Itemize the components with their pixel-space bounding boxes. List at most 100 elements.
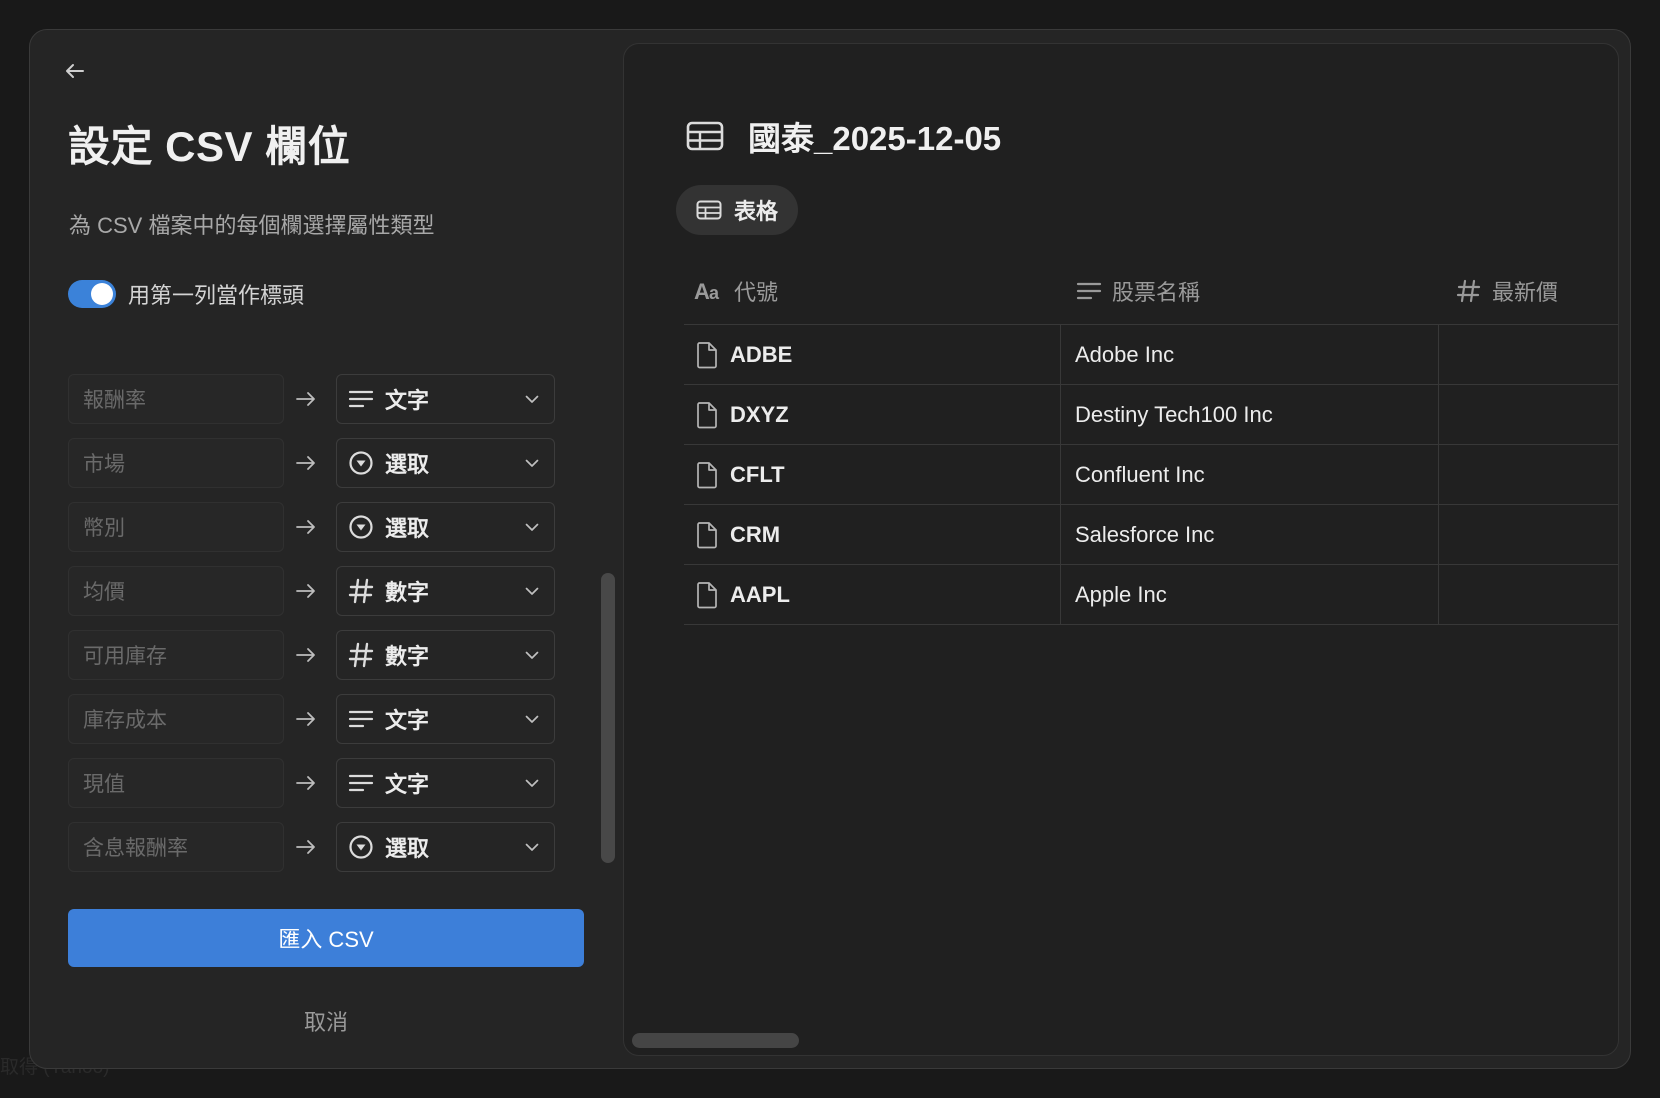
source-column-name: 幣別 (68, 502, 284, 552)
source-column-name: 含息報酬率 (68, 822, 284, 872)
property-type-select[interactable]: 文字 (336, 374, 555, 424)
column-header-code[interactable]: A a 代號 (694, 257, 778, 324)
column-divider (1060, 505, 1061, 564)
code-cell[interactable]: CFLT (696, 445, 785, 504)
field-mapping-row: 均價 數字 (68, 566, 555, 618)
property-type-label: 選取 (385, 516, 430, 541)
page-subtitle: 為 CSV 檔案中的每個欄選擇屬性類型 (69, 213, 435, 238)
name-value: Apple Inc (1075, 581, 1167, 607)
property-type-select[interactable]: 數字 (336, 630, 555, 680)
page-icon (696, 581, 718, 609)
header-row-toggle-row: 用第一列當作標頭 (68, 278, 304, 310)
table-header: A a 代號 股票名稱 最新價 (684, 257, 1618, 325)
back-button[interactable] (60, 56, 90, 86)
column-header-price[interactable]: 最新價 (1456, 257, 1558, 324)
column-header-label: 代號 (734, 279, 779, 305)
arrow-right-icon (294, 771, 318, 795)
chevron-down-icon (522, 517, 542, 537)
table-row[interactable]: CRM Salesforce Inc (684, 505, 1618, 565)
column-divider (1438, 505, 1439, 564)
field-mapping-row: 市場 選取 (68, 438, 555, 490)
import-csv-modal: 設定 CSV 欄位 為 CSV 檔案中的每個欄選擇屬性類型 用第一列當作標頭 報… (29, 29, 1631, 1069)
property-type-select[interactable]: 文字 (336, 758, 555, 808)
column-divider (1438, 445, 1439, 504)
page-icon (696, 521, 718, 549)
column-divider (1438, 565, 1439, 624)
name-cell[interactable]: Confluent Inc (1075, 445, 1205, 504)
horizontal-scrollbar[interactable] (632, 1033, 799, 1048)
field-mapping-row: 現值 文字 (68, 758, 555, 810)
column-divider (1060, 445, 1061, 504)
page-icon (696, 341, 718, 369)
name-cell[interactable]: Adobe Inc (1075, 325, 1174, 384)
field-mapping-row: 含息報酬率 選取 (68, 822, 555, 874)
table-row[interactable]: CFLT Confluent Inc (684, 445, 1618, 505)
arrow-right-icon (294, 451, 318, 475)
field-mapping-row: 報酬率 文字 (68, 374, 555, 426)
code-value: AAPL (730, 581, 790, 607)
table-row[interactable]: AAPL Apple Inc (684, 565, 1618, 625)
name-cell[interactable]: Apple Inc (1075, 565, 1167, 624)
import-csv-button[interactable]: 匯入 CSV (68, 909, 584, 967)
property-type-label: 數字 (385, 580, 430, 605)
source-column-name: 可用庫存 (68, 630, 284, 680)
select-circle-icon (347, 449, 375, 477)
header-row-toggle[interactable] (68, 280, 116, 308)
name-cell[interactable]: Destiny Tech100 Inc (1075, 385, 1273, 444)
code-cell[interactable]: AAPL (696, 565, 790, 624)
property-type-label: 數字 (385, 644, 430, 669)
text-lines-icon (1076, 282, 1102, 299)
name-value: Adobe Inc (1075, 341, 1175, 367)
arrow-right-icon (294, 579, 318, 603)
title-aa-icon: A a (694, 280, 720, 302)
cancel-button[interactable]: 取消 (68, 1005, 584, 1037)
chevron-down-icon (522, 773, 542, 793)
column-divider (1060, 325, 1061, 384)
page-title: 設定 CSV 欄位 (68, 123, 351, 170)
source-column-name: 庫存成本 (68, 694, 284, 744)
property-type-label: 選取 (385, 836, 430, 861)
property-type-label: 文字 (385, 772, 430, 797)
chevron-down-icon (522, 453, 542, 473)
code-value: CFLT (730, 461, 785, 487)
code-value: ADBE (730, 341, 793, 367)
view-tab-label: 表格 (734, 199, 779, 224)
property-type-label: 文字 (385, 708, 430, 733)
property-type-select[interactable]: 數字 (336, 566, 555, 616)
database-title: 國泰_2025-12-05 (748, 120, 1002, 157)
column-header-name[interactable]: 股票名稱 (1076, 257, 1200, 324)
csv-preview-panel: 國泰_2025-12-05 表格 A a 代號 股票名稱 最新價 ADBE Ad… (623, 43, 1619, 1056)
column-divider (1060, 385, 1061, 444)
table-body: ADBE Adobe Inc DXYZ Destiny Tech100 Inc CFLT… (684, 325, 1618, 625)
field-list-scrollbar[interactable] (601, 573, 615, 863)
code-cell[interactable]: DXYZ (696, 385, 789, 444)
code-cell[interactable]: ADBE (696, 325, 792, 384)
property-type-select[interactable]: 選取 (336, 502, 555, 552)
source-column-name: 報酬率 (68, 374, 284, 424)
source-column-name: 市場 (68, 438, 284, 488)
text-lines-icon (347, 705, 375, 733)
code-cell[interactable]: CRM (696, 505, 780, 564)
source-column-name: 現值 (68, 758, 284, 808)
property-type-label: 文字 (385, 388, 430, 413)
table-row[interactable]: DXYZ Destiny Tech100 Inc (684, 385, 1618, 445)
property-type-select[interactable]: 選取 (336, 438, 555, 488)
property-type-select[interactable]: 文字 (336, 694, 555, 744)
table-row[interactable]: ADBE Adobe Inc (684, 325, 1618, 385)
text-lines-icon (347, 385, 375, 413)
column-divider (1438, 385, 1439, 444)
svg-text:A: A (694, 280, 710, 302)
number-hash-icon (347, 641, 375, 669)
number-hash-icon (347, 577, 375, 605)
arrow-right-icon (294, 835, 318, 859)
column-header-label: 最新價 (1492, 279, 1559, 305)
chevron-down-icon (522, 837, 542, 857)
property-type-select[interactable]: 選取 (336, 822, 555, 872)
page-icon (696, 461, 718, 489)
svg-text:a: a (709, 283, 720, 302)
view-tab-table[interactable]: 表格 (676, 185, 799, 235)
toggle-knob (91, 283, 113, 305)
select-circle-icon (347, 513, 375, 541)
source-column-name: 均價 (68, 566, 284, 616)
name-cell[interactable]: Salesforce Inc (1075, 505, 1214, 564)
